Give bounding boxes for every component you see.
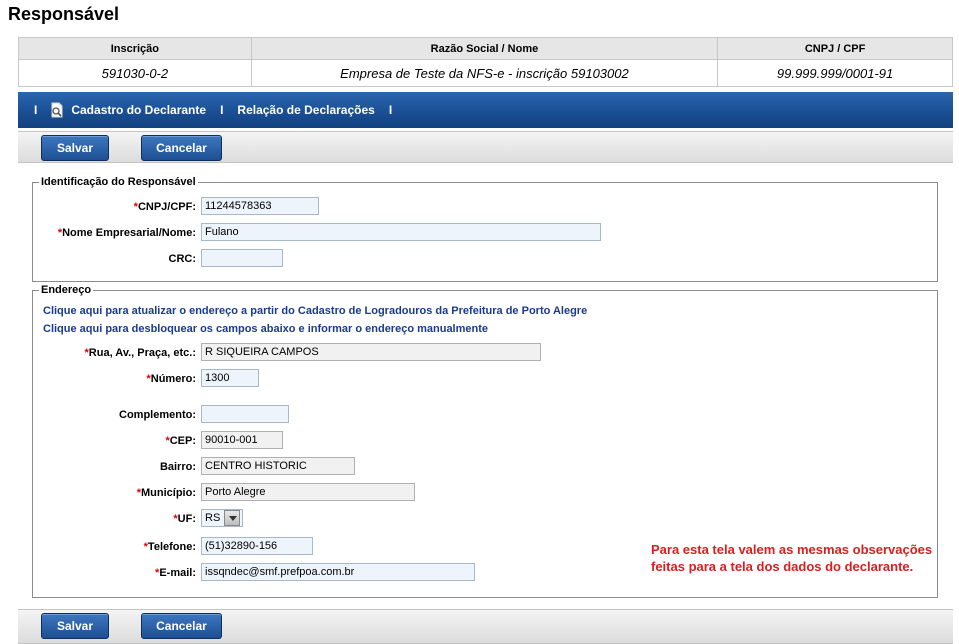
nav-separator: I	[220, 103, 224, 117]
document-search-icon	[49, 102, 65, 118]
cep-field[interactable]: 90010-001	[201, 431, 283, 449]
nav-bar: I Cadastro do Declarante I Relação de De…	[18, 92, 953, 128]
uf-selected-value: RS	[205, 512, 221, 524]
cep-label: *CEP:	[165, 435, 196, 447]
uf-select[interactable]: RS	[201, 509, 243, 527]
endereco-legend: Endereço	[41, 284, 92, 296]
rua-label: *Rua, Av., Praça, etc.:	[84, 347, 196, 359]
update-address-link[interactable]: Clique aqui para atualizar o endereço a …	[43, 305, 587, 317]
nav-separator: I	[34, 103, 38, 117]
save-button[interactable]: Salvar	[41, 613, 109, 639]
page-title: Responsável	[8, 4, 120, 24]
table-header-row: Inscrição Razão Social / Nome CNPJ / CPF	[18, 37, 953, 60]
nav-item-label: Relação de Declarações	[237, 103, 375, 117]
cell-cnpj-cpf: 99.999.999/0001-91	[717, 59, 953, 87]
numero-label: *Número:	[146, 373, 196, 385]
contributor-info-table: Inscrição Razão Social / Nome CNPJ / CPF…	[18, 37, 953, 87]
cell-razao-social: Empresa de Teste da NFS-e - inscrição 59…	[250, 59, 719, 87]
crc-field[interactable]	[201, 249, 283, 267]
nome-label: *Nome Empresarial/Nome:	[57, 227, 196, 239]
chevron-down-icon[interactable]	[224, 510, 241, 526]
table-row: 591030-0-2 Empresa de Teste da NFS-e - i…	[18, 59, 953, 87]
save-button[interactable]: Salvar	[41, 135, 109, 161]
email-field[interactable]: issqndec@smf.prefpoa.com.br	[201, 563, 475, 581]
nav-item-relacao-declaracoes[interactable]: Relação de Declarações	[237, 103, 374, 117]
annotation-note: Para esta tela valem as mesmas observaçõ…	[651, 542, 933, 574]
top-toolbar: Salvar Cancelar	[18, 131, 953, 163]
complemento-field[interactable]	[201, 405, 289, 423]
nav-item-cadastro-declarante[interactable]: Cadastro do Declarante	[49, 102, 206, 118]
header-inscricao: Inscrição	[18, 37, 252, 60]
municipio-field[interactable]: Porto Alegre	[201, 483, 415, 501]
telefone-label: *Telefone:	[143, 541, 196, 553]
identificacao-legend: Identificação do Responsável	[41, 176, 196, 188]
telefone-field[interactable]: (51)32890-156	[201, 537, 313, 555]
bairro-field[interactable]: CENTRO HISTORIC	[201, 457, 355, 475]
crc-label: CRC:	[168, 253, 197, 265]
nav-separator: I	[388, 103, 393, 117]
cancel-button[interactable]: Cancelar	[141, 135, 222, 161]
header-cnpj-cpf: CNPJ / CPF	[717, 37, 953, 60]
cancel-button[interactable]: Cancelar	[141, 613, 222, 639]
complemento-label: Complemento:	[119, 409, 196, 421]
bottom-toolbar: Salvar Cancelar	[18, 609, 953, 644]
cell-inscricao: 591030-0-2	[18, 59, 252, 87]
email-label: *E-mail:	[155, 567, 196, 579]
municipio-label: *Município:	[136, 487, 196, 499]
cnpj-label: *CNPJ/CPF:	[133, 201, 196, 213]
cnpj-field[interactable]: 11244578363	[201, 197, 319, 215]
nome-field[interactable]: Fulano	[201, 223, 601, 241]
header-razao-social: Razão Social / Nome	[250, 37, 719, 60]
rua-field[interactable]: R SIQUEIRA CAMPOS	[201, 343, 541, 361]
numero-field[interactable]: 1300	[201, 369, 259, 387]
unlock-address-link[interactable]: Clique aqui para desbloquear os campos a…	[43, 323, 488, 335]
uf-label: *UF:	[173, 513, 196, 525]
bairro-label: Bairro:	[159, 461, 196, 473]
nav-item-label: Cadastro do Declarante	[71, 103, 207, 117]
